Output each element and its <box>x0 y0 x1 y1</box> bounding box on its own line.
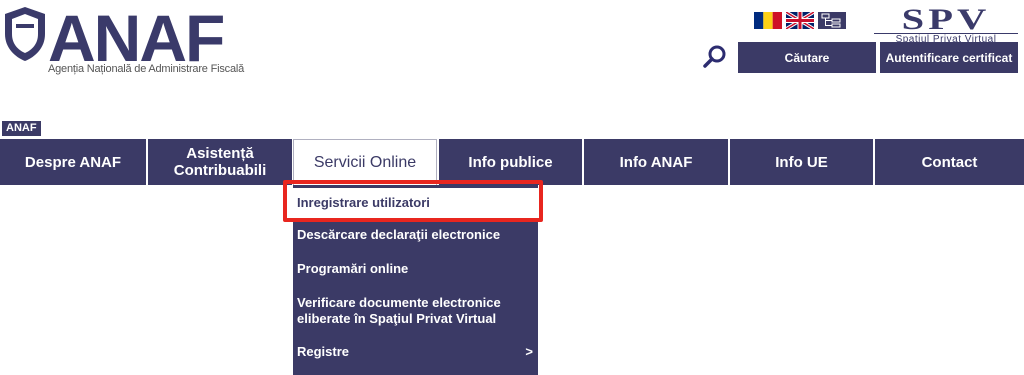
highlight-box <box>283 180 543 222</box>
dropdown-item-programari-online[interactable]: Programări online <box>293 261 538 277</box>
nav-item-servicii-online[interactable]: Servicii Online <box>293 139 437 185</box>
shield-logo-icon <box>5 7 45 61</box>
nav-item-info-ue[interactable]: Info UE <box>730 139 873 185</box>
dropdown-item-verificare-documente[interactable]: Verificare documente electronice elibera… <box>293 295 518 327</box>
search-button[interactable]: Căutare <box>738 42 876 73</box>
nav-item-asistenta[interactable]: Asistență Contribuabili <box>148 139 292 185</box>
nav-item-info-publice[interactable]: Info publice <box>439 139 582 185</box>
certificate-auth-button[interactable]: Autentificare certificat <box>880 42 1018 73</box>
dropdown-item-label: Registre <box>297 344 350 359</box>
main-nav: Despre ANAF Asistență Contribuabili Serv… <box>0 139 1024 185</box>
spv-wordmark: SPV <box>901 3 991 36</box>
language-switcher <box>754 12 846 29</box>
logo-subtitle: Agenția Națională de Administrare Fiscal… <box>48 63 245 75</box>
sitemap-icon[interactable] <box>818 12 846 29</box>
uk-flag-icon[interactable] <box>786 12 814 29</box>
search-icon[interactable] <box>702 44 728 70</box>
nav-item-info-anaf[interactable]: Info ANAF <box>584 139 728 185</box>
breadcrumb[interactable]: ANAF <box>2 121 41 136</box>
dropdown-item-descarcare-declaratii[interactable]: Descărcare declaraţii electronice <box>293 227 538 243</box>
romania-flag-icon[interactable] <box>754 12 782 29</box>
dropdown-item-registre[interactable]: Registre > <box>293 344 538 360</box>
nav-item-despre-anaf[interactable]: Despre ANAF <box>0 139 146 185</box>
spv-logo[interactable]: SPV Spațiul Privat Virtual <box>874 5 1018 45</box>
anaf-logo[interactable]: ANAF Agenția Națională de Administrare F… <box>4 1 274 76</box>
submenu-arrow-icon: > <box>525 344 533 359</box>
nav-item-contact[interactable]: Contact <box>875 139 1024 185</box>
